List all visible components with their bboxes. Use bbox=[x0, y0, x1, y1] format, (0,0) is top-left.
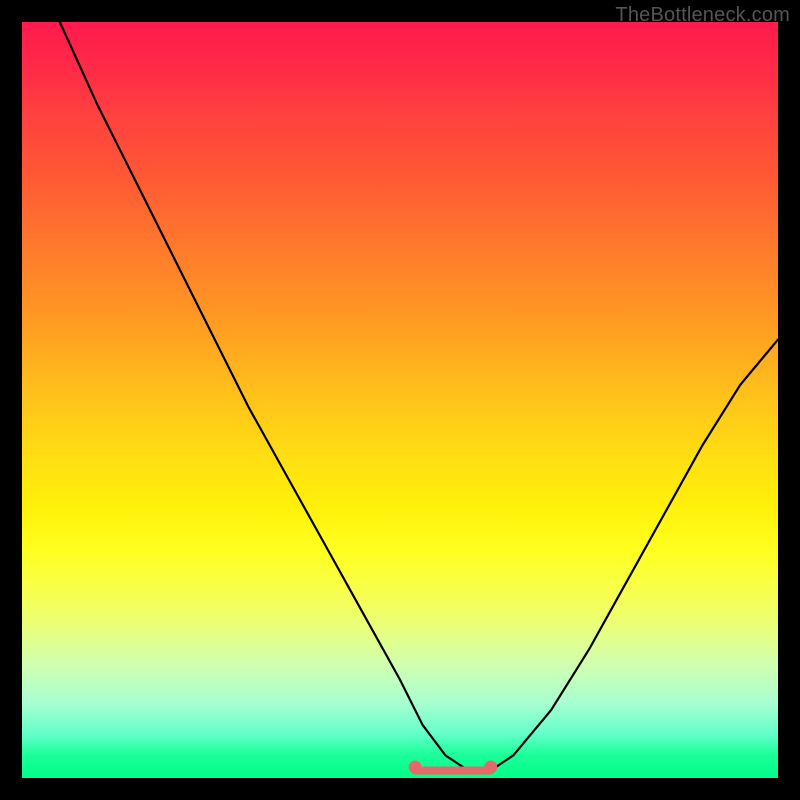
bottleneck-curve bbox=[22, 22, 778, 778]
accent-marker-right bbox=[484, 761, 497, 774]
accent-marker-left bbox=[409, 761, 422, 774]
plot-area bbox=[22, 22, 778, 778]
watermark-text: TheBottleneck.com bbox=[615, 4, 790, 27]
chart-frame: TheBottleneck.com bbox=[0, 0, 800, 800]
curve-path bbox=[60, 22, 778, 770]
